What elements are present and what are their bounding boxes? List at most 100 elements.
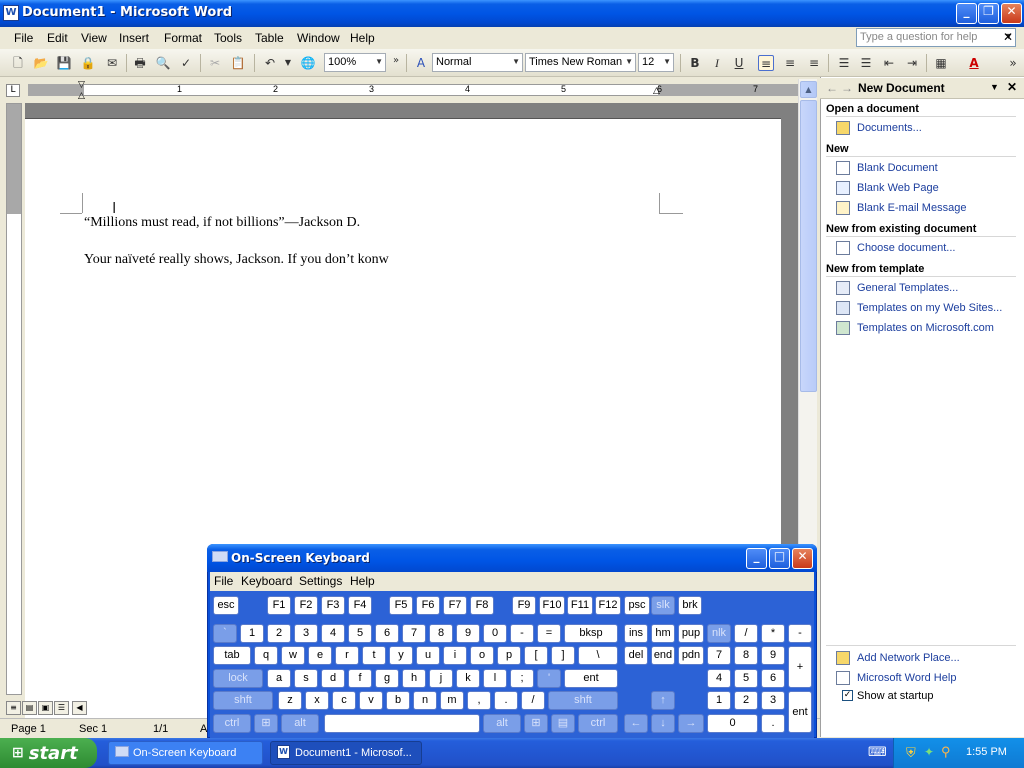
key-f1[interactable]: F1 <box>267 596 291 615</box>
undo-dropdown-icon[interactable]: ▼ <box>280 55 296 71</box>
font-combo[interactable]: Times New Roman ▼ <box>525 53 636 72</box>
print-preview-icon[interactable]: 🔍 <box>155 55 171 71</box>
close-document-button[interactable]: ✕ <box>1003 30 1013 44</box>
word-app-icon[interactable]: W <box>3 5 19 21</box>
key-0[interactable]: 0 <box>483 624 507 643</box>
align-right-icon[interactable]: ≡ <box>806 55 822 71</box>
start-button[interactable]: ⊞ start <box>0 738 97 768</box>
key-num-enter[interactable]: ent <box>788 691 812 733</box>
menu-insert[interactable]: Insert <box>119 31 149 45</box>
key-num-minus[interactable]: - <box>788 624 812 643</box>
key-f5[interactable]: F5 <box>389 596 413 615</box>
osk-menu-keyboard[interactable]: Keyboard <box>241 574 292 588</box>
key-num-plus[interactable]: + <box>788 646 812 688</box>
key-period[interactable]: . <box>494 691 518 710</box>
key-num-3[interactable]: 3 <box>761 691 785 710</box>
chevron-down-icon[interactable]: ▼ <box>663 57 671 66</box>
key-num-4[interactable]: 4 <box>707 669 731 688</box>
key-a[interactable]: a <box>267 669 291 688</box>
key-backtick[interactable]: ` <box>213 624 237 643</box>
print-icon[interactable]: 🖶 <box>132 55 148 71</box>
minimize-button[interactable]: _ <box>956 3 977 24</box>
link-blank-email[interactable]: Blank E-mail Message <box>857 202 966 214</box>
menu-help[interactable]: Help <box>350 31 375 45</box>
web-view-button[interactable]: ▤ <box>22 701 37 715</box>
key-v[interactable]: v <box>359 691 383 710</box>
key-f6[interactable]: F6 <box>416 596 440 615</box>
key-num-0[interactable]: 0 <box>707 714 758 733</box>
cut-icon[interactable]: ✂ <box>207 55 223 71</box>
key-x[interactable]: x <box>305 691 329 710</box>
back-arrow-icon[interactable]: ← <box>826 81 838 95</box>
taskbar-item-word[interactable]: Document1 - Microsof... <box>270 741 422 765</box>
key-pgdn[interactable]: pdn <box>678 646 704 665</box>
borders-icon[interactable]: ▦ <box>933 55 949 71</box>
key-esc[interactable]: esc <box>213 596 239 615</box>
menu-edit[interactable]: Edit <box>47 31 68 45</box>
key-f3[interactable]: F3 <box>321 596 345 615</box>
key-left-bracket[interactable]: [ <box>524 646 548 665</box>
key-ctrl-left[interactable]: ctrl <box>213 714 251 733</box>
print-view-button[interactable]: ▣ <box>38 701 53 715</box>
key-e[interactable]: e <box>308 646 332 665</box>
paste-icon[interactable]: 📋 <box>230 55 246 71</box>
link-blank-web-page[interactable]: Blank Web Page <box>857 182 939 194</box>
document-paragraph[interactable]: “Millions must read, if not billions”—Ja… <box>84 215 360 231</box>
numbering-icon[interactable]: ☰ <box>836 55 852 71</box>
key-9[interactable]: 9 <box>456 624 480 643</box>
link-general-templates[interactable]: General Templates... <box>857 282 958 294</box>
key-ctrl-right[interactable]: ctrl <box>578 714 618 733</box>
key-end[interactable]: end <box>651 646 675 665</box>
key-o[interactable]: o <box>470 646 494 665</box>
key-num-8[interactable]: 8 <box>734 646 758 665</box>
key-home[interactable]: hm <box>651 624 675 643</box>
link-add-network-place[interactable]: Add Network Place... <box>857 652 960 664</box>
font-size-combo[interactable]: 12 ▼ <box>638 53 674 72</box>
taskbar-item-osk[interactable]: On-Screen Keyboard <box>108 741 263 765</box>
osk-menu-help[interactable]: Help <box>350 574 375 588</box>
open-folder-icon[interactable]: 📂 <box>33 55 49 71</box>
outline-view-button[interactable]: ☰ <box>54 701 69 715</box>
key-d[interactable]: d <box>321 669 345 688</box>
toolbar-more-icon[interactable]: » <box>388 53 404 69</box>
key-apostrophe[interactable]: ' <box>537 669 561 688</box>
key-k[interactable]: k <box>456 669 480 688</box>
email-icon[interactable]: ✉ <box>104 55 120 71</box>
align-center-icon[interactable]: ≡ <box>782 55 798 71</box>
key-n[interactable]: n <box>413 691 437 710</box>
key-alt-left[interactable]: alt <box>281 714 319 733</box>
key-l[interactable]: l <box>483 669 507 688</box>
key-shift-right[interactable]: shft <box>548 691 618 710</box>
new-document-icon[interactable]: 🗋 <box>10 55 26 71</box>
link-choose-document[interactable]: Choose document... <box>857 242 955 254</box>
osk-close-button[interactable]: ✕ <box>792 548 813 569</box>
chevron-down-icon[interactable]: ▼ <box>625 57 633 66</box>
key-f12[interactable]: F12 <box>595 596 621 615</box>
key-num-2[interactable]: 2 <box>734 691 758 710</box>
bullets-icon[interactable]: ☰ <box>858 55 874 71</box>
link-word-help[interactable]: Microsoft Word Help <box>857 672 956 684</box>
title-bar[interactable]: W Document1 - Microsoft Word _ ❐ ✕ <box>0 0 1024 27</box>
network-icon[interactable]: ✦ <box>924 745 934 759</box>
key-4[interactable]: 4 <box>321 624 345 643</box>
key-h[interactable]: h <box>402 669 426 688</box>
key-f4[interactable]: F4 <box>348 596 372 615</box>
key-y[interactable]: y <box>389 646 413 665</box>
key-f11[interactable]: F11 <box>567 596 593 615</box>
key-semicolon[interactable]: ; <box>510 669 534 688</box>
key-c[interactable]: c <box>332 691 356 710</box>
key-num-1[interactable]: 1 <box>707 691 731 710</box>
key-arrow-up[interactable]: ↑ <box>651 691 675 710</box>
right-indent-marker[interactable]: △ <box>653 86 660 96</box>
hanging-indent-marker[interactable]: △ <box>78 91 85 101</box>
key-num-5[interactable]: 5 <box>734 669 758 688</box>
chevron-down-icon[interactable]: ▼ <box>990 82 999 92</box>
key-brk[interactable]: brk <box>678 596 702 615</box>
chevron-down-icon[interactable]: ▼ <box>375 57 383 66</box>
osk-menu-settings[interactable]: Settings <box>299 574 342 588</box>
key-capslock[interactable]: lock <box>213 669 263 688</box>
show-startup-checkbox[interactable]: ✓ <box>842 690 853 701</box>
security-shield-icon[interactable]: ⛨ <box>906 745 916 761</box>
underline-button[interactable]: U <box>731 55 747 71</box>
key-8[interactable]: 8 <box>429 624 453 643</box>
